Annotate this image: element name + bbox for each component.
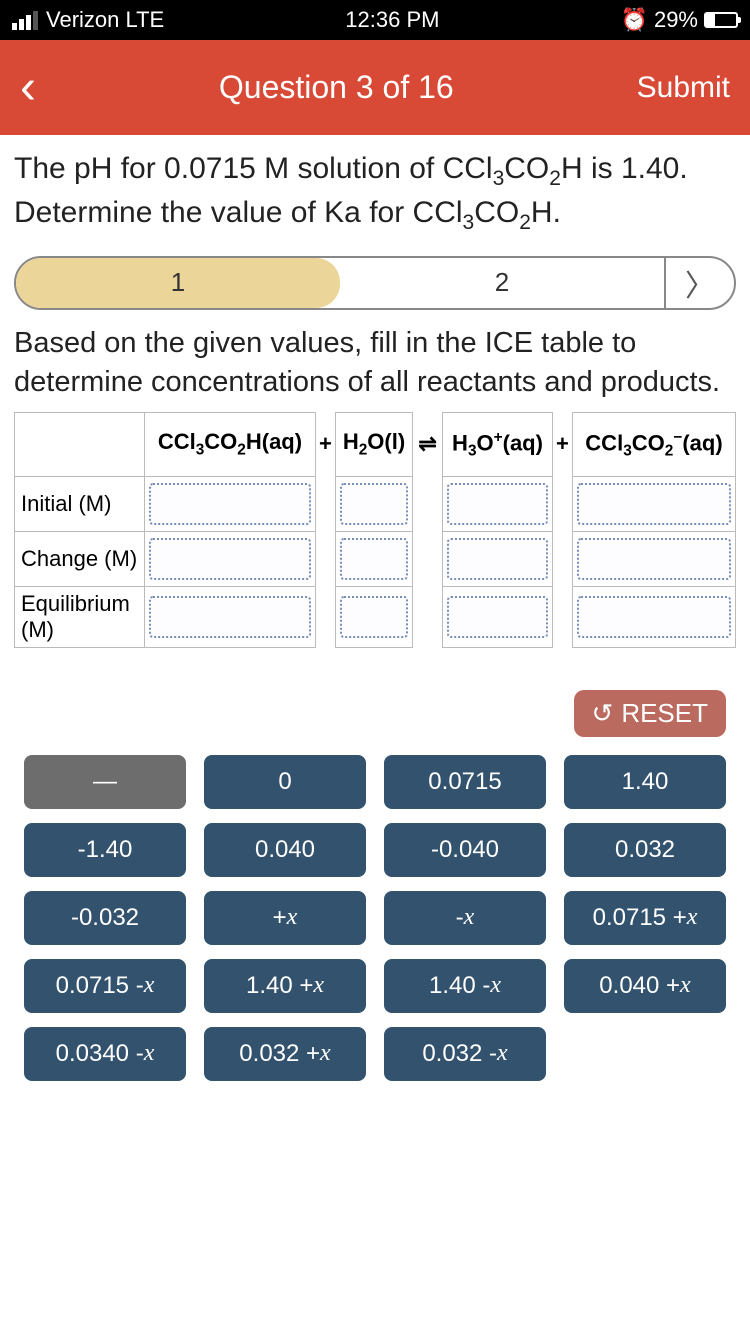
drop-change-1[interactable] (149, 538, 311, 580)
drop-initial-4[interactable] (577, 483, 731, 525)
tile-13[interactable]: 1.40 + x (204, 959, 366, 1013)
drop-change-3[interactable] (447, 538, 548, 580)
drop-eq-2[interactable] (340, 596, 408, 638)
tile-1[interactable]: 0 (204, 755, 366, 809)
tile-6[interactable]: -0.040 (384, 823, 546, 877)
back-button[interactable]: ‹ (20, 60, 36, 115)
step-1[interactable]: 1 (16, 258, 340, 308)
battery-pct: 29% (654, 7, 698, 33)
drop-eq-1[interactable] (149, 596, 311, 638)
tile-0[interactable]: — (24, 755, 186, 809)
tile-18[interactable]: 0.032 - x (384, 1027, 546, 1081)
drop-eq-4[interactable] (577, 596, 731, 638)
drop-initial-3[interactable] (447, 483, 548, 525)
battery-icon (704, 12, 738, 28)
status-bar: Verizon LTE 12:36 PM ⏰ 29% (0, 0, 750, 40)
col-product-2: CCl3CO2−(aq) (572, 412, 735, 476)
row-initial: Initial (M) (15, 476, 145, 531)
answer-tiles: — 0 0.0715 1.40 -1.40 0.040 -0.040 0.032 -0.032 +… (24, 755, 726, 1081)
col-product-1: H3O+(aq) (443, 412, 553, 476)
row-change: Change (M) (15, 531, 145, 586)
submit-button[interactable]: Submit (637, 71, 730, 105)
drop-eq-3[interactable] (447, 596, 548, 638)
ice-table: CCl3CO2H(aq) + H2O(l) ⇌ H3O+(aq) + CCl3C… (14, 412, 736, 648)
tile-5[interactable]: 0.040 (204, 823, 366, 877)
tile-16[interactable]: 0.0340 - x (24, 1027, 186, 1081)
reset-icon: ↺ (592, 698, 614, 729)
tile-8[interactable]: -0.032 (24, 891, 186, 945)
instruction-text: Based on the given values, fill in the I… (14, 324, 736, 402)
step-indicator: 1 2 〉 (14, 256, 736, 310)
next-step-button[interactable]: 〉 (664, 258, 734, 308)
tile-17[interactable]: 0.032 + x (204, 1027, 366, 1081)
tile-4[interactable]: -1.40 (24, 823, 186, 877)
row-equilibrium: Equilibrium (M) (15, 586, 145, 647)
signal-icon (12, 11, 38, 30)
tile-15[interactable]: 0.040 + x (564, 959, 726, 1013)
reset-button[interactable]: ↺ RESET (574, 690, 726, 737)
tile-7[interactable]: 0.032 (564, 823, 726, 877)
tile-2[interactable]: 0.0715 (384, 755, 546, 809)
drop-change-4[interactable] (577, 538, 731, 580)
nav-bar: ‹ Question 3 of 16 Submit (0, 40, 750, 135)
clock: 12:36 PM (345, 7, 439, 33)
carrier-label: Verizon LTE (46, 7, 164, 33)
alarm-icon: ⏰ (621, 7, 648, 33)
page-title: Question 3 of 16 (219, 69, 454, 106)
col-reactant-2: H2O(l) (335, 412, 412, 476)
tile-12[interactable]: 0.0715 - x (24, 959, 186, 1013)
step-2[interactable]: 2 (340, 258, 664, 308)
tile-9[interactable]: +x (204, 891, 366, 945)
col-reactant-1: CCl3CO2H(aq) (145, 412, 316, 476)
tile-14[interactable]: 1.40 - x (384, 959, 546, 1013)
question-text: The pH for 0.0715 M solution of CCl3CO2H… (14, 149, 736, 238)
tile-3[interactable]: 1.40 (564, 755, 726, 809)
tile-11[interactable]: 0.0715 + x (564, 891, 726, 945)
drop-initial-2[interactable] (340, 483, 408, 525)
drop-initial-1[interactable] (149, 483, 311, 525)
drop-change-2[interactable] (340, 538, 408, 580)
tile-10[interactable]: -x (384, 891, 546, 945)
